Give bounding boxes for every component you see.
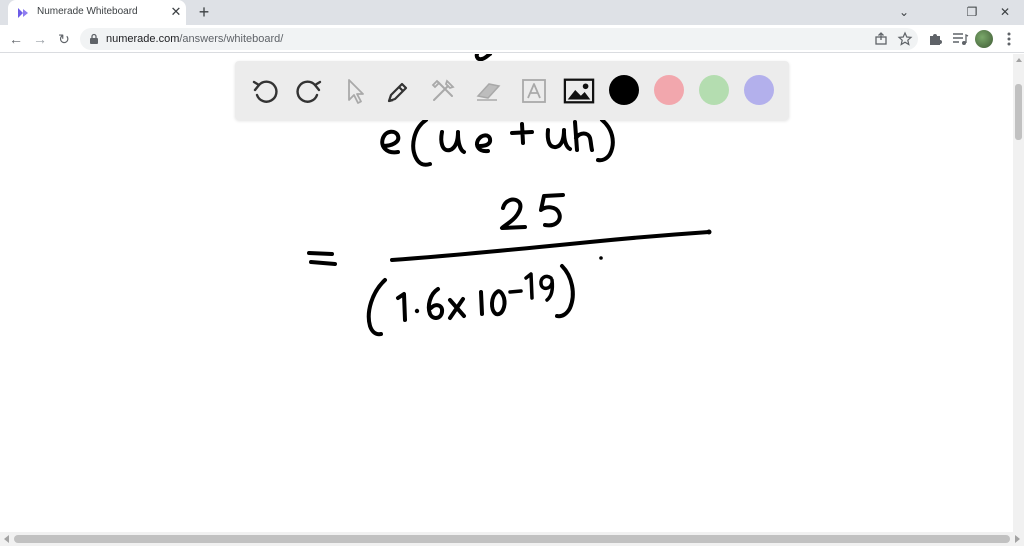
tab-search-dropdown-icon[interactable]: ⌄ <box>894 3 914 21</box>
ink-stroke <box>479 290 484 316</box>
ink-stroke <box>309 260 337 266</box>
scroll-right-arrow-icon[interactable] <box>1015 535 1020 543</box>
ink-stroke <box>545 128 572 151</box>
new-tab-button[interactable]: + <box>194 1 214 23</box>
address-bar[interactable]: numerade.com/answers/whiteboard/ <box>80 28 918 50</box>
numerade-logo-icon <box>18 8 28 18</box>
window-close-icon[interactable]: ✕ <box>995 3 1015 21</box>
handwriting-strokes <box>307 54 712 337</box>
ink-stroke <box>539 274 555 302</box>
menu-kebab-icon[interactable] <box>1000 30 1018 48</box>
ink-stroke <box>380 129 401 155</box>
ink-stroke <box>500 197 527 230</box>
image-icon <box>563 78 595 104</box>
lock-icon <box>90 33 98 44</box>
tab-title: Numerade Whiteboard <box>37 6 138 17</box>
ink-stroke <box>448 297 466 320</box>
browser-tab-active[interactable]: Numerade Whiteboard ✕ <box>8 0 186 25</box>
redo-icon <box>296 80 322 103</box>
back-button[interactable]: ← <box>6 29 26 49</box>
bookmark-star-icon[interactable] <box>897 31 913 47</box>
horizontal-scroll-thumb[interactable] <box>14 535 1010 543</box>
text-icon <box>522 79 546 103</box>
window-restore-icon[interactable]: ❐ <box>962 3 982 21</box>
forward-button[interactable]: → <box>30 29 50 49</box>
undo-icon <box>252 80 278 103</box>
color-swatch-green[interactable] <box>699 75 729 105</box>
vertical-scroll-thumb[interactable] <box>1015 84 1022 140</box>
url-path: /answers/whiteboard/ <box>179 33 284 45</box>
tools-icon <box>431 79 455 101</box>
scroll-left-arrow-icon[interactable] <box>4 535 9 543</box>
pen-tool-button[interactable] <box>382 75 414 107</box>
scroll-up-arrow-icon[interactable] <box>1016 58 1022 62</box>
ink-stroke <box>474 54 492 62</box>
tab-strip: Numerade Whiteboard ✕ + ⌄ ❐ ✕ <box>0 0 1024 25</box>
color-swatch-pink[interactable] <box>654 75 684 105</box>
ink-stroke <box>426 287 445 320</box>
ink-stroke <box>524 272 534 300</box>
select-tool-button[interactable] <box>338 75 370 107</box>
pen-icon <box>387 82 408 103</box>
ink-stroke <box>307 251 334 256</box>
ink-stroke <box>573 120 594 152</box>
tools-button[interactable] <box>427 75 459 107</box>
tab-close-icon[interactable]: ✕ <box>168 4 184 20</box>
ink-dot <box>414 308 420 314</box>
ink-stroke <box>411 118 432 167</box>
color-swatch-black[interactable] <box>609 75 639 105</box>
ink-stroke <box>390 230 711 262</box>
ink-stroke <box>396 292 407 322</box>
redo-button[interactable] <box>293 75 325 107</box>
reload-button[interactable]: ↻ <box>54 29 74 49</box>
vertical-scrollbar[interactable] <box>1013 54 1024 532</box>
select-pointer-icon <box>348 79 364 104</box>
whiteboard-toolbar <box>235 61 789 120</box>
image-tool-button[interactable] <box>563 75 595 107</box>
ink-stroke <box>510 122 534 145</box>
color-swatch-lavender[interactable] <box>744 75 774 105</box>
media-controls-icon[interactable] <box>951 30 969 48</box>
profile-avatar[interactable] <box>975 30 993 48</box>
ink-stroke <box>555 264 575 319</box>
ink-stroke <box>475 133 493 154</box>
url-text: numerade.com/answers/whiteboard/ <box>106 33 283 45</box>
extensions-puzzle-icon[interactable] <box>926 30 944 48</box>
browser-toolbar: ← → ↻ numerade.com/answers/whiteboard/ <box>0 25 1024 53</box>
ink-stroke <box>366 278 387 337</box>
ink-stroke <box>490 289 507 317</box>
text-tool-button[interactable] <box>518 75 550 107</box>
eraser-icon <box>476 83 501 101</box>
ink-stroke <box>439 130 466 154</box>
whiteboard-canvas[interactable] <box>0 54 1013 532</box>
eraser-tool-button[interactable] <box>472 75 504 107</box>
ink-stroke <box>508 289 523 294</box>
ink-stroke <box>539 193 565 228</box>
share-icon[interactable] <box>873 31 889 47</box>
horizontal-scrollbar[interactable] <box>0 532 1024 546</box>
ink-dot <box>706 229 712 235</box>
ink-dot <box>599 256 603 260</box>
url-host: numerade.com <box>106 33 180 45</box>
ink-stroke <box>596 118 615 163</box>
undo-button[interactable] <box>249 75 281 107</box>
